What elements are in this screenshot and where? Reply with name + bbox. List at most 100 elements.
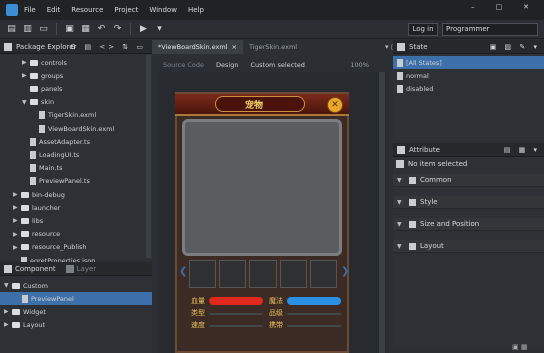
explorer-item[interactable]: ▶ resource_Publish — [13, 241, 87, 254]
state-icon — [397, 71, 403, 80]
explorer-scrollbar[interactable] — [146, 55, 151, 258]
design-mode-select[interactable]: Custom selected — [244, 59, 310, 71]
redo-icon[interactable]: ↷ — [112, 24, 123, 35]
explorer-item[interactable]: LoadingUI.ts — [22, 148, 79, 161]
explorer-item[interactable]: AssetAdapter.ts — [22, 135, 90, 148]
slot-arrow-left-icon[interactable]: ❮ — [179, 266, 187, 277]
statusbar-icons[interactable]: ▣ ▦ — [512, 343, 527, 351]
chevron-right-icon[interactable]: ▶ — [13, 191, 21, 198]
component-item[interactable]: ▶ Widget — [0, 305, 152, 318]
attribute-section[interactable]: ▼ Size and Position — [393, 218, 544, 231]
canvas-scrollbar[interactable] — [379, 72, 385, 353]
folder-icon — [30, 59, 38, 66]
chevron-down-icon[interactable]: ▼ — [397, 199, 405, 206]
state-icon — [397, 58, 403, 67]
stat-label: 魔法 — [269, 297, 283, 305]
new-project-icon[interactable]: ▤ — [6, 24, 17, 35]
component-header: Component Layer — [0, 262, 152, 276]
slot[interactable] — [189, 260, 217, 288]
tab-source-code[interactable]: Source Code — [157, 59, 210, 71]
attribute-section[interactable]: ▼ Layout — [393, 240, 544, 253]
slot[interactable] — [279, 260, 307, 288]
explorer-item[interactable]: ▶ bin-debug — [13, 188, 65, 201]
explorer-item[interactable]: ▶ resource — [13, 228, 60, 241]
explorer-item[interactable]: panels — [22, 82, 62, 95]
design-canvas[interactable]: 宠物 ✕ ❮ ❯ 血量 魔法 类型 品级 速度 携带 — [157, 72, 389, 353]
explorer-item-label: AssetAdapter.ts — [39, 137, 90, 146]
mode-select[interactable]: Programmer — [442, 23, 538, 36]
save-all-icon[interactable]: ▦ — [80, 24, 91, 35]
chevron-right-icon[interactable]: ▶ — [22, 72, 30, 79]
folder-icon — [21, 204, 29, 211]
explorer-item[interactable]: ViewBoardSkin.exml — [31, 122, 114, 135]
slot[interactable] — [249, 260, 277, 288]
chevron-down-icon[interactable]: ▼ — [397, 243, 405, 250]
explorer-item[interactable]: PreviewPanel.ts — [22, 175, 90, 188]
maximize-icon[interactable]: □ — [496, 3, 503, 11]
slot[interactable] — [219, 260, 247, 288]
component-item[interactable]: ▼ Custom — [0, 279, 152, 292]
component-item[interactable]: PreviewPanel — [0, 292, 152, 305]
chevron-right-icon[interactable]: ▶ — [13, 217, 21, 224]
menu-window[interactable]: Window — [149, 6, 177, 14]
slot-arrow-right-icon[interactable]: ❯ — [341, 266, 349, 277]
zoom-value[interactable]: 100% — [344, 59, 375, 71]
state-item[interactable]: [All States] — [393, 56, 544, 69]
menu-edit[interactable]: Edit — [47, 6, 61, 14]
state-item-label: disabled — [406, 84, 434, 93]
component-icon — [22, 294, 28, 303]
menu-project[interactable]: Project — [114, 6, 138, 14]
close-tab-icon[interactable]: × — [232, 43, 237, 51]
tab-tigerskin[interactable]: TigerSkin.exml — [243, 40, 303, 54]
stat-bar — [209, 313, 263, 315]
explorer-item[interactable]: ▶ launcher — [13, 201, 60, 214]
attribute-section[interactable]: ▼ Style — [393, 196, 544, 209]
menu-help[interactable]: Help — [188, 6, 204, 14]
explorer-item[interactable]: TigerSkin.exml — [31, 109, 96, 122]
login-button[interactable]: Log in — [408, 23, 438, 36]
menu-file[interactable]: File — [24, 6, 36, 14]
chevron-right-icon[interactable]: ▶ — [4, 321, 12, 328]
explorer-actions-icon[interactable]: ⚙ ▤ <> ⇅ ▭ — [70, 43, 146, 51]
editor-mode-bar: Source Code Design Custom selected 100% — [157, 59, 389, 71]
save-icon[interactable]: ▣ — [64, 24, 75, 35]
explorer-item[interactable]: ▶ libs — [13, 214, 43, 227]
open-folder-icon[interactable]: ▭ — [38, 24, 49, 35]
run-icon[interactable]: ▶ — [138, 24, 149, 35]
close-icon[interactable]: ✕ — [523, 3, 529, 11]
component-item-label: Widget — [23, 307, 46, 316]
chevron-right-icon[interactable]: ▶ — [13, 204, 21, 211]
explorer-item-label: TigerSkin.exml — [48, 111, 97, 120]
attribute-section[interactable]: ▼ Common — [393, 174, 544, 187]
slot[interactable] — [309, 260, 338, 288]
state-actions-icon[interactable]: ▣ ▨ ✎ ▾ — [490, 43, 540, 51]
undo-icon[interactable]: ↶ — [96, 24, 107, 35]
skin-close-button[interactable]: ✕ — [327, 97, 343, 113]
explorer-item[interactable]: ▼ skin — [22, 96, 54, 109]
package-explorer-header: Package Explorer ⚙ ▤ <> ⇅ ▭ — [0, 40, 152, 54]
explorer-item[interactable]: ▶ groups — [22, 69, 63, 82]
chevron-right-icon[interactable]: ▶ — [13, 244, 21, 251]
component-item[interactable]: ▶ Layout — [0, 318, 152, 331]
chevron-down-icon[interactable]: ▼ — [397, 221, 405, 228]
explorer-item[interactable]: ▶ controls — [22, 56, 67, 69]
attribute-title: Attribute — [409, 145, 440, 154]
chevron-down-icon[interactable]: ▼ — [22, 99, 30, 106]
tab-component[interactable]: Component — [15, 265, 56, 273]
tab-layer[interactable]: Layer — [77, 265, 97, 273]
chevron-right-icon[interactable]: ▶ — [22, 59, 30, 66]
chevron-right-icon[interactable]: ▶ — [13, 231, 21, 238]
tab-viewboardskin[interactable]: *ViewBoardSkin.exml × — [152, 40, 243, 54]
explorer-item[interactable]: Main.ts — [22, 162, 63, 175]
state-item[interactable]: normal — [393, 69, 544, 82]
attribute-actions-icon[interactable]: ▤ ▦ ▾ — [504, 146, 540, 154]
new-file-icon[interactable]: ▥ — [22, 24, 33, 35]
chevron-down-icon[interactable]: ▼ — [397, 177, 405, 184]
minimize-icon[interactable]: – — [471, 3, 475, 11]
state-item[interactable]: disabled — [393, 82, 544, 95]
chevron-down-icon[interactable]: ▼ — [4, 282, 12, 289]
chevron-right-icon[interactable]: ▶ — [4, 308, 12, 315]
tab-design[interactable]: Design — [210, 59, 244, 71]
run-dropdown-icon[interactable]: ▾ — [154, 24, 165, 35]
menu-resource[interactable]: Resource — [71, 6, 103, 14]
